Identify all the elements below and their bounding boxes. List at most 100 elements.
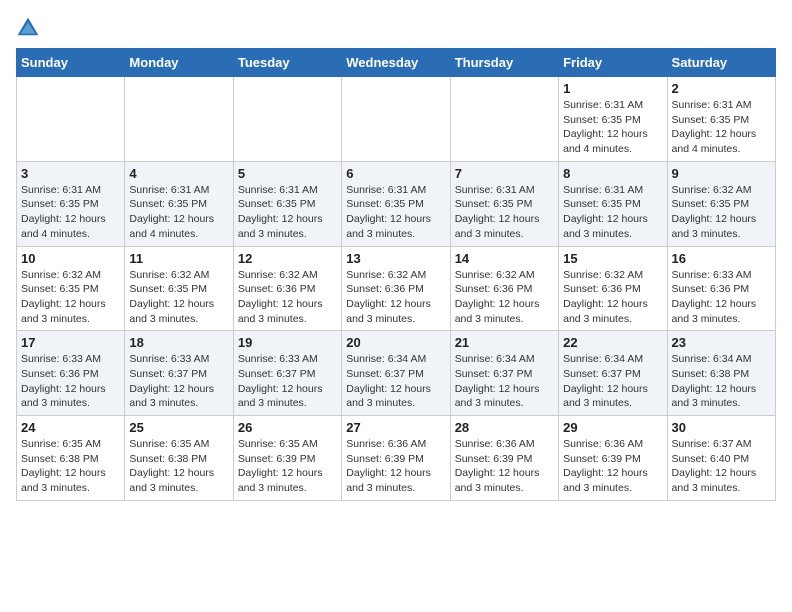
day-info: Sunrise: 6:32 AMSunset: 6:35 PMDaylight:… (129, 268, 228, 327)
day-number: 2 (672, 81, 771, 96)
calendar-cell: 1 Sunrise: 6:31 AMSunset: 6:35 PMDaylight… (559, 77, 667, 162)
calendar-cell: 14 Sunrise: 6:32 AMSunset: 6:36 PMDayligh… (450, 246, 558, 331)
calendar-cell: 16Sunrise: 6:33 AMSunset: 6:36 PMDayligh… (667, 246, 775, 331)
calendar-cell: 2Sunrise: 6:31 AMSunset: 6:35 PMDaylight… (667, 77, 775, 162)
day-number: 17 (21, 335, 120, 350)
day-number: 16 (672, 251, 771, 266)
calendar-header-row: SundayMondayTuesdayWednesdayThursdayFrid… (17, 49, 776, 77)
day-number: 9 (672, 166, 771, 181)
day-info: Sunrise: 6:31 AMSunset: 6:35 PMDaylight:… (21, 183, 120, 242)
calendar-cell: 25Sunrise: 6:35 AMSunset: 6:38 PMDayligh… (125, 416, 233, 501)
calendar-cell: 21 Sunrise: 6:34 AMSunset: 6:37 PMDayligh… (450, 331, 558, 416)
calendar-cell (233, 77, 341, 162)
day-number: 7 (455, 166, 554, 181)
day-info: Sunrise: 6:36 AMSunset: 6:39 PMDaylight:… (563, 437, 662, 496)
week-row-2: 3 Sunrise: 6:31 AMSunset: 6:35 PMDaylight… (17, 161, 776, 246)
calendar-cell: 9 Sunrise: 6:32 AMSunset: 6:35 PMDaylight… (667, 161, 775, 246)
day-number: 3 (21, 166, 120, 181)
calendar-cell: 18Sunrise: 6:33 AMSunset: 6:37 PMDayligh… (125, 331, 233, 416)
day-info: Sunrise: 6:32 AMSunset: 6:36 PMDaylight:… (238, 268, 337, 327)
day-info: Sunrise: 6:35 AMSunset: 6:38 PMDaylight:… (21, 437, 120, 496)
day-info: Sunrise: 6:31 AMSunset: 6:35 PMDaylight:… (238, 183, 337, 242)
day-number: 27 (346, 420, 445, 435)
day-number: 12 (238, 251, 337, 266)
day-number: 20 (346, 335, 445, 350)
day-number: 15 (563, 251, 662, 266)
calendar-cell: 10Sunrise: 6:32 AMSunset: 6:35 PMDayligh… (17, 246, 125, 331)
day-header-monday: Monday (125, 49, 233, 77)
calendar-cell: 6 Sunrise: 6:31 AMSunset: 6:35 PMDaylight… (342, 161, 450, 246)
calendar-cell: 23 Sunrise: 6:34 AMSunset: 6:38 PMDayligh… (667, 331, 775, 416)
week-row-4: 17 Sunrise: 6:33 AMSunset: 6:36 PMDayligh… (17, 331, 776, 416)
calendar-cell: 12 Sunrise: 6:32 AMSunset: 6:36 PMDayligh… (233, 246, 341, 331)
day-info: Sunrise: 6:35 AMSunset: 6:39 PMDaylight:… (238, 437, 337, 496)
calendar-cell: 19 Sunrise: 6:33 AMSunset: 6:37 PMDayligh… (233, 331, 341, 416)
day-number: 29 (563, 420, 662, 435)
calendar-cell: 28 Sunrise: 6:36 AMSunset: 6:39 PMDayligh… (450, 416, 558, 501)
day-info: Sunrise: 6:34 AMSunset: 6:37 PMDaylight:… (455, 352, 554, 411)
week-row-1: 1 Sunrise: 6:31 AMSunset: 6:35 PMDaylight… (17, 77, 776, 162)
day-header-thursday: Thursday (450, 49, 558, 77)
day-number: 1 (563, 81, 662, 96)
calendar-cell: 22 Sunrise: 6:34 AMSunset: 6:37 PMDayligh… (559, 331, 667, 416)
calendar-cell: 17 Sunrise: 6:33 AMSunset: 6:36 PMDayligh… (17, 331, 125, 416)
day-info: Sunrise: 6:34 AMSunset: 6:38 PMDaylight:… (672, 352, 771, 411)
logo (16, 16, 44, 40)
day-number: 19 (238, 335, 337, 350)
day-number: 10 (21, 251, 120, 266)
day-number: 13 (346, 251, 445, 266)
day-number: 5 (238, 166, 337, 181)
day-number: 22 (563, 335, 662, 350)
calendar-table: SundayMondayTuesdayWednesdayThursdayFrid… (16, 48, 776, 501)
day-info: Sunrise: 6:37 AMSunset: 6:40 PMDaylight:… (672, 437, 771, 496)
page-header (16, 16, 776, 40)
calendar-cell: 11 Sunrise: 6:32 AMSunset: 6:35 PMDayligh… (125, 246, 233, 331)
day-number: 30 (672, 420, 771, 435)
calendar-cell: 29 Sunrise: 6:36 AMSunset: 6:39 PMDayligh… (559, 416, 667, 501)
calendar-cell (342, 77, 450, 162)
week-row-5: 24Sunrise: 6:35 AMSunset: 6:38 PMDayligh… (17, 416, 776, 501)
calendar-cell: 15 Sunrise: 6:32 AMSunset: 6:36 PMDayligh… (559, 246, 667, 331)
calendar-cell: 4Sunrise: 6:31 AMSunset: 6:35 PMDaylight… (125, 161, 233, 246)
day-info: Sunrise: 6:31 AMSunset: 6:35 PMDaylight:… (455, 183, 554, 242)
day-header-tuesday: Tuesday (233, 49, 341, 77)
day-info: Sunrise: 6:32 AMSunset: 6:35 PMDaylight:… (672, 183, 771, 242)
day-info: Sunrise: 6:36 AMSunset: 6:39 PMDaylight:… (346, 437, 445, 496)
day-number: 25 (129, 420, 228, 435)
day-header-friday: Friday (559, 49, 667, 77)
day-info: Sunrise: 6:31 AMSunset: 6:35 PMDaylight:… (346, 183, 445, 242)
day-number: 21 (455, 335, 554, 350)
day-info: Sunrise: 6:34 AMSunset: 6:37 PMDaylight:… (346, 352, 445, 411)
calendar-cell (125, 77, 233, 162)
calendar-cell: 13 Sunrise: 6:32 AMSunset: 6:36 PMDayligh… (342, 246, 450, 331)
day-info: Sunrise: 6:32 AMSunset: 6:36 PMDaylight:… (455, 268, 554, 327)
logo-icon (16, 16, 40, 40)
day-info: Sunrise: 6:31 AMSunset: 6:35 PMDaylight:… (563, 98, 662, 157)
day-number: 28 (455, 420, 554, 435)
day-number: 18 (129, 335, 228, 350)
day-header-wednesday: Wednesday (342, 49, 450, 77)
day-header-saturday: Saturday (667, 49, 775, 77)
day-info: Sunrise: 6:32 AMSunset: 6:36 PMDaylight:… (346, 268, 445, 327)
day-info: Sunrise: 6:36 AMSunset: 6:39 PMDaylight:… (455, 437, 554, 496)
day-number: 11 (129, 251, 228, 266)
calendar-cell: 24Sunrise: 6:35 AMSunset: 6:38 PMDayligh… (17, 416, 125, 501)
calendar-cell: 5 Sunrise: 6:31 AMSunset: 6:35 PMDaylight… (233, 161, 341, 246)
calendar-cell: 26Sunrise: 6:35 AMSunset: 6:39 PMDayligh… (233, 416, 341, 501)
calendar-cell: 30 Sunrise: 6:37 AMSunset: 6:40 PMDayligh… (667, 416, 775, 501)
calendar-cell: 7 Sunrise: 6:31 AMSunset: 6:35 PMDaylight… (450, 161, 558, 246)
calendar-cell (450, 77, 558, 162)
day-info: Sunrise: 6:34 AMSunset: 6:37 PMDaylight:… (563, 352, 662, 411)
calendar-cell: 8 Sunrise: 6:31 AMSunset: 6:35 PMDaylight… (559, 161, 667, 246)
day-number: 14 (455, 251, 554, 266)
day-info: Sunrise: 6:33 AMSunset: 6:36 PMDaylight:… (21, 352, 120, 411)
calendar-cell: 27 Sunrise: 6:36 AMSunset: 6:39 PMDayligh… (342, 416, 450, 501)
day-number: 6 (346, 166, 445, 181)
day-info: Sunrise: 6:32 AMSunset: 6:36 PMDaylight:… (563, 268, 662, 327)
calendar-cell: 20 Sunrise: 6:34 AMSunset: 6:37 PMDayligh… (342, 331, 450, 416)
day-header-sunday: Sunday (17, 49, 125, 77)
day-info: Sunrise: 6:33 AMSunset: 6:37 PMDaylight:… (238, 352, 337, 411)
day-number: 8 (563, 166, 662, 181)
day-info: Sunrise: 6:31 AMSunset: 6:35 PMDaylight:… (563, 183, 662, 242)
day-number: 23 (672, 335, 771, 350)
